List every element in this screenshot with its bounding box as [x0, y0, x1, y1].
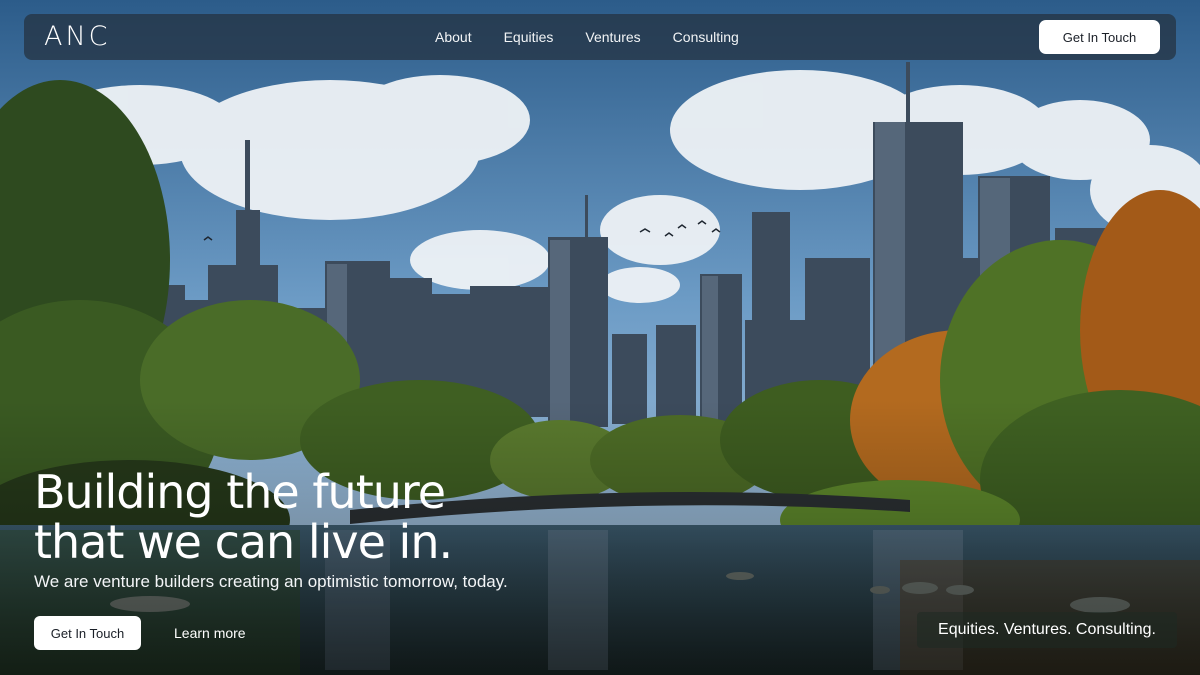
nav-links: About Equities Ventures Consulting — [435, 29, 739, 45]
hero-subheadline: We are venture builders creating an opti… — [34, 572, 508, 591]
nav-get-in-touch-button[interactable]: Get In Touch — [1039, 20, 1160, 54]
nav-link-consulting[interactable]: Consulting — [673, 29, 739, 45]
nav-link-ventures[interactable]: Ventures — [585, 29, 640, 45]
hero-get-in-touch-button[interactable]: Get In Touch — [34, 616, 141, 650]
learn-more-button[interactable]: Learn more — [174, 616, 246, 650]
nav-link-equities[interactable]: Equities — [504, 29, 554, 45]
hero-headline: Building the future that we can live in. — [34, 465, 453, 569]
services-tagline: Equities. Ventures. Consulting. — [917, 612, 1177, 648]
hero-headline-line1: Building the future — [34, 465, 446, 519]
anc-logo[interactable]: ANC — [44, 23, 111, 51]
hero-headline-line2: that we can live in. — [34, 515, 453, 569]
nav-link-about[interactable]: About — [435, 29, 472, 45]
top-navigation-bar: ANC About Equities Ventures Consulting G… — [24, 14, 1176, 60]
